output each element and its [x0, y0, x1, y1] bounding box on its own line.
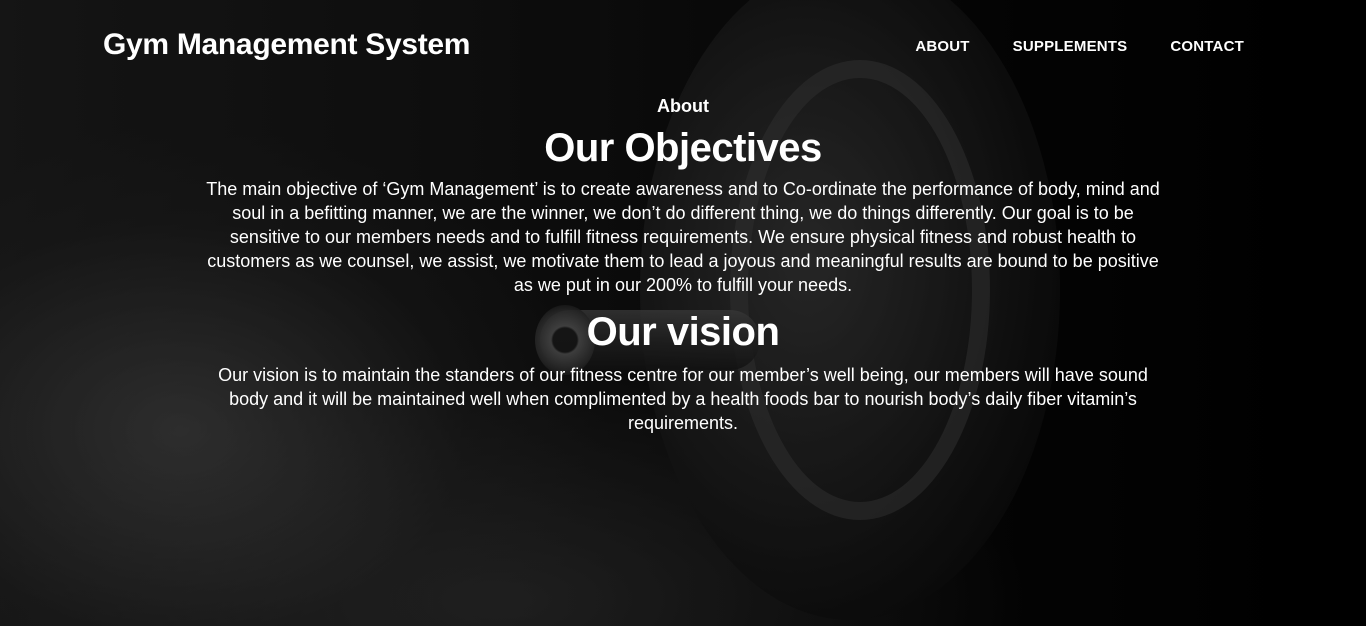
vision-text: Our vision is to maintain the standers o…: [218, 365, 1148, 433]
section-label: About: [657, 96, 709, 116]
nav-about-link[interactable]: ABOUT: [915, 38, 969, 55]
main-nav: ABOUT SUPPLEMENTS CONTACT: [915, 38, 1244, 55]
nav-contact-link[interactable]: CONTACT: [1170, 38, 1244, 55]
site-header: Gym Management System ABOUT SUPPLEMENTS …: [0, 0, 1366, 95]
objectives-text: The main objective of ‘Gym Management’ i…: [206, 179, 1160, 295]
site-brand[interactable]: Gym Management System: [103, 28, 470, 62]
about-section: About Our Objectives The main objective …: [0, 93, 1366, 435]
objectives-title: Our Objectives: [544, 126, 822, 170]
nav-supplements-link[interactable]: SUPPLEMENTS: [1013, 38, 1128, 55]
vision-title: Our vision: [586, 310, 780, 354]
